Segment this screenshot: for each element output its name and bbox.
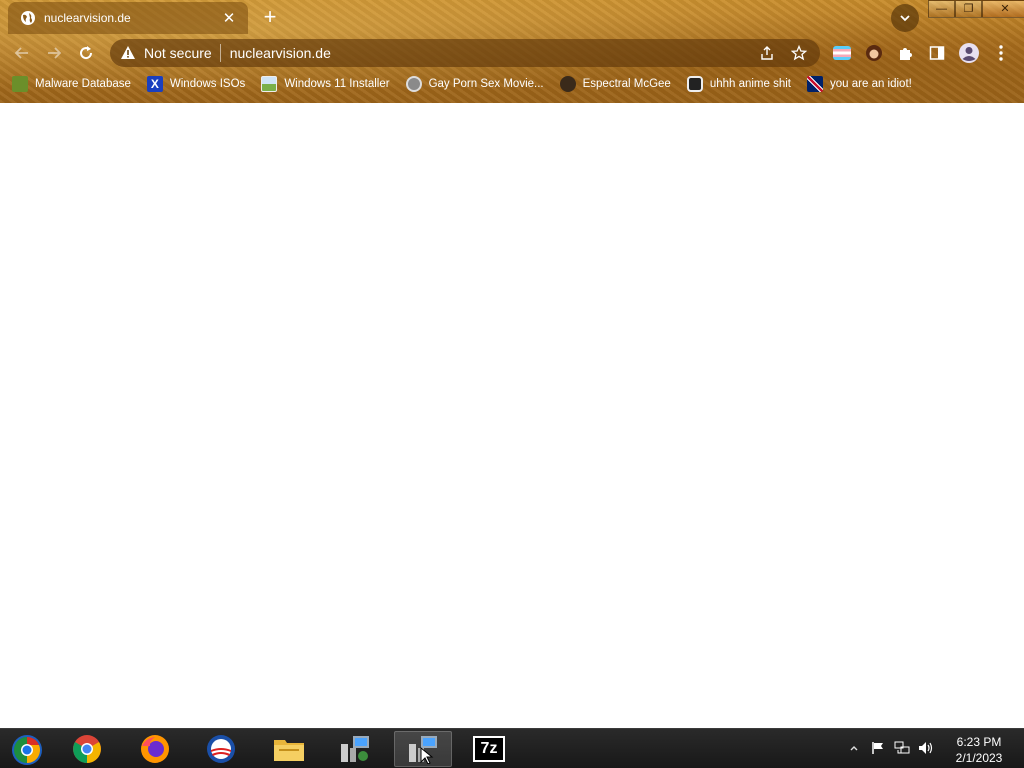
- maximize-button[interactable]: ❐: [955, 0, 982, 18]
- chevron-down-icon: [900, 15, 910, 22]
- back-button[interactable]: [10, 41, 34, 65]
- opera-icon: [207, 735, 235, 763]
- minimize-button[interactable]: —: [928, 0, 955, 18]
- taskbar-firefox[interactable]: [126, 731, 184, 767]
- network-computer-icon: [409, 736, 437, 764]
- bookmark-label: Windows ISOs: [169, 78, 246, 90]
- url-text[interactable]: nuclearvision.de: [230, 45, 746, 61]
- share-icon: [761, 46, 773, 60]
- x-logo-icon: X: [146, 76, 163, 92]
- extension-avatar-button[interactable]: [863, 42, 885, 64]
- arrow-right-icon: [48, 47, 62, 59]
- kebab-menu-icon: [999, 45, 1003, 61]
- browser-chrome: nuclearvision.de ✕ + — ❐ ✕ Not secure nu…: [0, 0, 1024, 103]
- tab-close-icon[interactable]: ✕: [220, 9, 238, 27]
- 7zip-label: 7z: [480, 740, 498, 757]
- network-icon: [894, 741, 910, 754]
- taskbar-chrome[interactable]: [58, 731, 116, 767]
- security-label[interactable]: Not secure: [144, 45, 212, 61]
- reload-button[interactable]: [74, 41, 98, 65]
- bookmark-label: you are an idiot!: [830, 78, 912, 90]
- bookmark-star-button[interactable]: [788, 42, 810, 64]
- extensions-button[interactable]: [895, 42, 917, 64]
- folder-icon: [12, 76, 28, 92]
- active-tab[interactable]: nuclearvision.de ✕: [8, 2, 248, 34]
- clock-time: 6:23 PM: [956, 735, 1002, 749]
- tray-expand-button[interactable]: [845, 739, 863, 757]
- page-content: [0, 103, 1024, 728]
- bookmarks-bar: Malware Database X Windows ISOs Windows …: [0, 72, 1024, 96]
- tab-strip: nuclearvision.de ✕ + — ❐ ✕: [0, 0, 1024, 34]
- chevron-up-icon: [850, 746, 858, 751]
- side-panel-button[interactable]: [926, 42, 948, 64]
- chrome-icon: [73, 735, 101, 763]
- clock[interactable]: 6:23 PM 2/1/2023: [946, 734, 1012, 766]
- bookmark-anime[interactable]: uhhh anime shit: [686, 76, 792, 92]
- taskbar-opera[interactable]: [192, 731, 250, 767]
- start-orb-icon: [12, 735, 42, 765]
- speaker-icon: [919, 742, 933, 754]
- taskbar-network-setup-active[interactable]: [394, 731, 452, 767]
- folder-icon: [274, 740, 304, 761]
- clock-date: 2/1/2023: [955, 751, 1003, 765]
- forward-button[interactable]: [42, 41, 66, 65]
- anime-icon: [686, 76, 703, 92]
- flag-icon: [807, 76, 824, 92]
- bookmark-espectral-mcgee[interactable]: Espectral McGee: [559, 76, 671, 92]
- bookmark-you-are-an-idiot[interactable]: you are an idiot!: [807, 76, 912, 92]
- profile-button[interactable]: [958, 42, 980, 64]
- system-tray: [845, 739, 941, 757]
- taskbar-file-explorer[interactable]: [260, 731, 318, 767]
- volume-tray-button[interactable]: [917, 739, 935, 757]
- puzzle-icon: [900, 48, 912, 60]
- profile-icon: [959, 43, 979, 63]
- warning-icon: [121, 46, 135, 59]
- share-button[interactable]: [756, 42, 778, 64]
- extension-flag-button[interactable]: [831, 42, 853, 64]
- network-tray-button[interactable]: [893, 739, 911, 757]
- globe-icon: [21, 11, 35, 25]
- image-icon: [261, 76, 278, 92]
- network-computer-icon: [341, 736, 369, 762]
- toolbar: Not secure nuclearvision.de: [0, 36, 1024, 70]
- reload-icon: [80, 46, 93, 60]
- firefox-icon: [141, 735, 169, 763]
- taskbar-7zip[interactable]: 7z: [460, 731, 518, 767]
- bookmark-label: Windows 11 Installer: [284, 78, 390, 90]
- tab-search-button[interactable]: [891, 4, 919, 32]
- new-tab-button[interactable]: +: [258, 6, 282, 30]
- bookmark-malware-database[interactable]: Malware Database: [12, 76, 131, 92]
- close-window-button[interactable]: ✕: [982, 0, 1024, 18]
- bookmark-label: Gay Porn Sex Movie...: [428, 78, 544, 90]
- bookmark-windows-11-installer[interactable]: Windows 11 Installer: [261, 76, 390, 92]
- avatar-icon: [866, 45, 882, 61]
- side-panel-icon: [929, 46, 945, 60]
- bookmark-label: Malware Database: [35, 78, 131, 90]
- address-bar[interactable]: Not secure nuclearvision.de: [110, 39, 820, 67]
- disk-icon: [405, 76, 422, 92]
- bookmark-label: Espectral McGee: [582, 78, 671, 90]
- action-center-button[interactable]: [869, 739, 887, 757]
- bookmark-label: uhhh anime shit: [709, 78, 792, 90]
- window-controls: — ❐ ✕: [928, 0, 1024, 18]
- start-button[interactable]: [6, 732, 48, 768]
- star-icon: [791, 45, 807, 61]
- menu-button[interactable]: [990, 42, 1012, 64]
- taskbar-network-setup[interactable]: [326, 731, 384, 767]
- tab-title: nuclearvision.de: [44, 11, 131, 25]
- bookmark-movie[interactable]: Gay Porn Sex Movie...: [405, 76, 544, 92]
- taskbar: 7z 6:23 PM 2/1/2023: [0, 728, 1024, 768]
- bookmark-windows-isos[interactable]: X Windows ISOs: [146, 76, 246, 92]
- trans-flag-icon: [833, 46, 851, 60]
- flag-icon: [872, 742, 883, 754]
- 7zip-icon: 7z: [473, 736, 505, 762]
- omnibox-divider: [219, 44, 221, 62]
- arrow-left-icon: [14, 47, 28, 59]
- avatar-icon: [559, 76, 576, 92]
